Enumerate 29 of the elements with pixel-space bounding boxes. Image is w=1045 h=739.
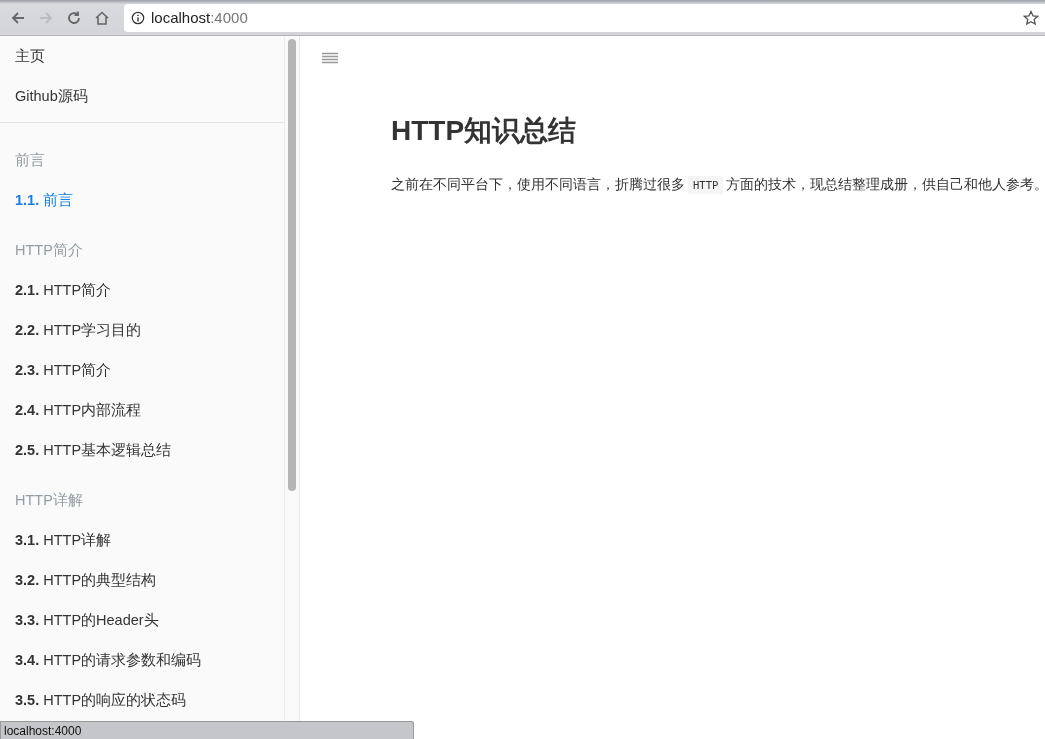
- info-icon[interactable]: [131, 10, 145, 25]
- url-host: localhost: [151, 9, 211, 26]
- status-bar: localhost:4000: [0, 721, 414, 739]
- section-header: HTTP简介: [14, 241, 84, 260]
- address-bar[interactable]: localhost:4000: [124, 3, 1045, 32]
- chapter-link[interactable]: 2.3. HTTP简介: [0, 359, 127, 381]
- chapter-link[interactable]: 3.5. HTTP的响应的状态码: [0, 689, 202, 711]
- chapter-link[interactable]: 2.4. HTTP内部流程: [0, 399, 157, 421]
- sidebar-link[interactable]: 主页: [0, 45, 60, 67]
- chapter-link[interactable]: 3.1. HTTP详解: [0, 529, 127, 551]
- intro-paragraph: 之前在不同平台下，使用不同语言，折腾过很多 HTTP 方面的技术，现总结整理成册，供自己和他人参考。: [391, 176, 1045, 194]
- chapter-link[interactable]: 2.1. HTTP简介: [0, 279, 127, 301]
- url-port: :4000: [210, 9, 248, 26]
- menu-icon[interactable]: [322, 52, 338, 66]
- chapter-link[interactable]: 3.4. HTTP的请求参数和编码: [0, 649, 217, 671]
- home-icon[interactable]: [94, 9, 110, 26]
- chapter-link[interactable]: 2.5. HTTP基本逻辑总结: [0, 439, 187, 461]
- scrollbar-thumb[interactable]: [288, 39, 296, 491]
- page-title: HTTP知识总结: [391, 114, 578, 148]
- star-icon[interactable]: [1023, 9, 1039, 26]
- section-header: HTTP详解: [14, 491, 84, 510]
- reload-icon[interactable]: [66, 9, 82, 26]
- chapter-link[interactable]: 1.1. 前言: [0, 189, 89, 211]
- chapter-link[interactable]: 2.2. HTTP学习目的: [0, 319, 157, 341]
- sidebar-link[interactable]: Github源码: [0, 85, 103, 107]
- chapter-link[interactable]: 3.3. HTTP的Header头: [0, 609, 174, 631]
- back-icon[interactable]: [10, 9, 26, 26]
- section-header: 前言: [14, 151, 46, 170]
- chapter-link[interactable]: 3.2. HTTP的典型结构: [0, 569, 172, 591]
